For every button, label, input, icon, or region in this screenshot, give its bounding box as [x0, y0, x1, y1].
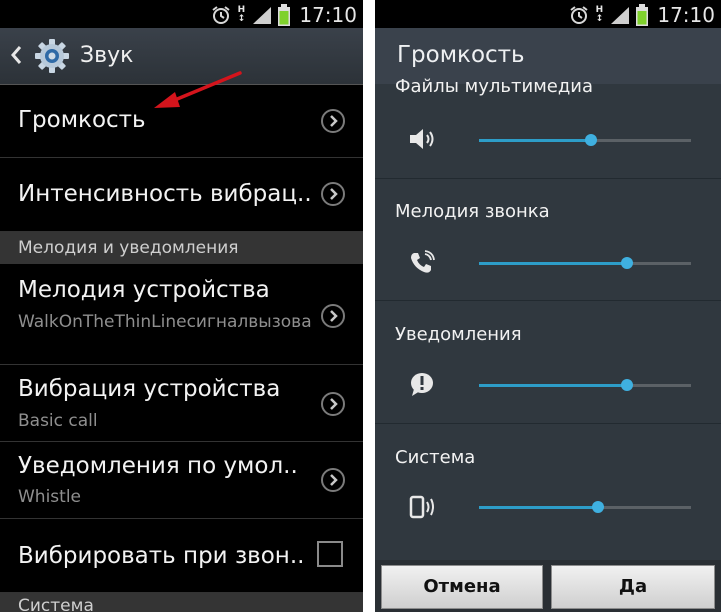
notification-icon — [411, 373, 433, 396]
signal-icon — [253, 7, 272, 24]
vibration-intensity-row[interactable]: Интенсивность вибрац.. — [0, 158, 363, 232]
notification-volume-label: Уведомления — [395, 324, 522, 345]
network-type-label: H — [237, 5, 246, 15]
network-type-icon: H ↕ — [595, 5, 604, 24]
section-header-ringtones: Мелодия и уведомления — [0, 232, 363, 264]
notification-volume-fill — [479, 384, 628, 387]
media-volume-slider[interactable] — [479, 134, 691, 146]
sound-settings-screen: H ↕ 17:10 Звук Громкость Интенсивность в… — [0, 0, 363, 612]
settings-gear-icon — [35, 39, 69, 73]
default-notification-title: Уведомления по умол.. — [18, 453, 298, 479]
dialog-title: Громкость — [397, 42, 525, 68]
section-ringtones-label: Мелодия и уведомления — [18, 238, 239, 258]
chevron-right-icon — [321, 468, 345, 492]
network-type-icon: H ↕ — [237, 5, 246, 24]
section-system-label: Система — [18, 596, 94, 612]
dialog-body: Файлы мультимедиа Мелодия звонка Уведомл… — [375, 76, 721, 560]
screen-title: Звук — [80, 43, 134, 68]
ringtone-volume-fill — [479, 262, 628, 265]
device-ringtone-title: Мелодия устройства — [18, 277, 270, 303]
section-header-system: Система — [0, 593, 363, 612]
annotation-arrow-icon — [154, 71, 242, 108]
notification-volume-knob[interactable] — [621, 379, 634, 391]
media-volume-fill — [479, 139, 592, 142]
notification-volume-slider[interactable] — [479, 379, 691, 391]
device-ringtone-value: WalkOnTheThinLineсигналвызова — [18, 312, 312, 332]
chevron-right-icon — [321, 392, 345, 416]
status-bar: H ↕ 17:10 — [375, 0, 721, 28]
clock: 17:10 — [657, 3, 715, 27]
device-vibration-row[interactable]: Вибрация устройства Basic call — [0, 365, 363, 442]
divider — [375, 178, 721, 179]
phone-vibrate-icon — [409, 495, 434, 519]
chevron-right-icon — [321, 304, 345, 328]
battery-icon — [278, 4, 291, 26]
volume-row-title: Громкость — [18, 107, 146, 133]
device-ringtone-row[interactable]: Мелодия устройства WalkOnTheThinLineсигн… — [0, 264, 363, 365]
system-volume-knob[interactable] — [591, 501, 604, 513]
signal-icon — [611, 7, 630, 24]
network-type-label: H — [595, 5, 604, 15]
chevron-right-icon — [321, 109, 345, 133]
system-volume-fill — [479, 506, 598, 509]
divider — [375, 423, 721, 424]
battery-icon — [636, 4, 649, 26]
cancel-button[interactable]: Отмена — [381, 565, 543, 609]
ringtone-volume-slider[interactable] — [479, 257, 691, 269]
status-bar: H ↕ 17:10 — [0, 0, 363, 28]
device-vibration-title: Вибрация устройства — [18, 376, 281, 402]
ringtone-volume-knob[interactable] — [621, 257, 634, 269]
media-volume-label: Файлы мультимедиа — [395, 76, 594, 97]
device-vibration-value: Basic call — [18, 411, 98, 431]
vibration-intensity-title: Интенсивность вибрац.. — [18, 181, 312, 207]
alarm-icon — [570, 6, 588, 24]
panel-separator — [363, 0, 375, 612]
default-notification-value: Whistle — [18, 487, 82, 507]
system-volume-slider[interactable] — [479, 501, 691, 513]
chevron-right-icon — [321, 182, 345, 206]
default-notification-row[interactable]: Уведомления по умол.. Whistle — [0, 442, 363, 519]
media-volume-knob[interactable] — [585, 134, 598, 146]
divider — [375, 300, 721, 301]
clock: 17:10 — [299, 3, 357, 27]
ringtone-volume-label: Мелодия звонка — [395, 201, 550, 222]
volume-dialog-screen: H ↕ 17:10 Громкость Файлы мультимедиа Ме… — [375, 0, 721, 612]
dialog-button-bar: Отмена Да — [375, 560, 721, 612]
phone-ring-icon — [411, 250, 435, 273]
vibrate-on-ring-title: Вибрировать при звон.. — [18, 543, 305, 569]
system-volume-label: Система — [395, 447, 476, 468]
speaker-icon — [410, 129, 434, 149]
vibrate-on-ring-checkbox[interactable] — [317, 541, 343, 567]
back-arrow-icon[interactable] — [9, 44, 23, 66]
ok-button[interactable]: Да — [551, 565, 715, 609]
alarm-icon — [212, 6, 230, 24]
vibrate-on-ring-row[interactable]: Вибрировать при звон.. — [0, 519, 363, 593]
